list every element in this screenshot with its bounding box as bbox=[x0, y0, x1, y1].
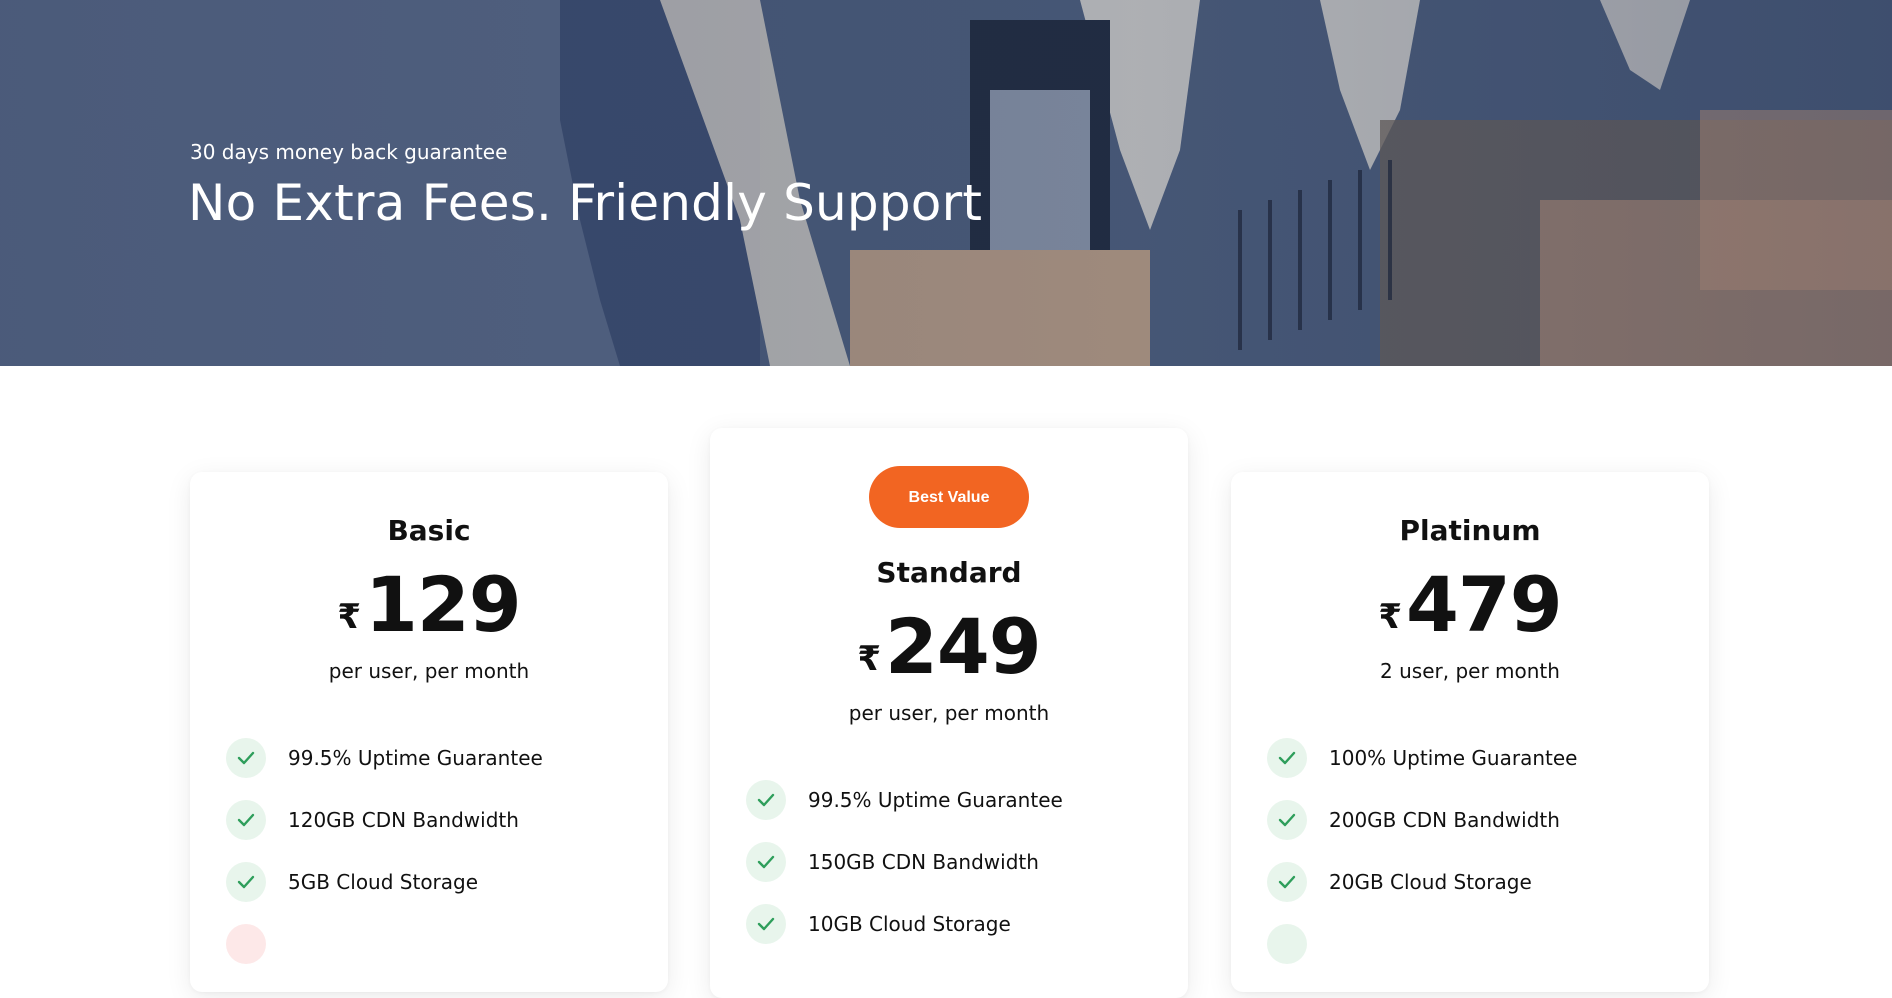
price-amount: 129 bbox=[365, 560, 522, 649]
pricing-card-standard: Best Value Standard ₹ 249 per user, per … bbox=[710, 428, 1188, 998]
feature-item: 99.5% Uptime Guarantee bbox=[746, 769, 1188, 831]
check-icon bbox=[226, 862, 266, 902]
feature-label: 120GB CDN Bandwidth bbox=[288, 808, 519, 832]
check-icon bbox=[1267, 924, 1307, 964]
price-period: 2 user, per month bbox=[1380, 659, 1560, 683]
cross-icon bbox=[226, 924, 266, 964]
feature-item bbox=[1267, 913, 1709, 975]
price: ₹ 249 bbox=[710, 607, 1188, 685]
feature-list: 100% Uptime Guarantee 200GB CDN Bandwidt… bbox=[1231, 727, 1709, 975]
hero-banner: 30 days money back guarantee No Extra Fe… bbox=[0, 0, 1892, 366]
price-amount: 249 bbox=[885, 602, 1042, 691]
feature-item: 20GB Cloud Storage bbox=[1267, 851, 1709, 913]
feature-label: 20GB Cloud Storage bbox=[1329, 870, 1532, 894]
check-icon bbox=[746, 904, 786, 944]
feature-item: 99.5% Uptime Guarantee bbox=[226, 727, 668, 789]
check-icon bbox=[1267, 862, 1307, 902]
feature-label: 100% Uptime Guarantee bbox=[1329, 746, 1578, 770]
feature-label: 99.5% Uptime Guarantee bbox=[288, 746, 543, 770]
feature-list: 99.5% Uptime Guarantee 120GB CDN Bandwid… bbox=[190, 727, 668, 975]
price-period: per user, per month bbox=[328, 659, 530, 683]
check-icon bbox=[746, 842, 786, 882]
price: ₹ 479 bbox=[1231, 565, 1709, 643]
currency-symbol: ₹ bbox=[857, 639, 881, 679]
feature-item: 100% Uptime Guarantee bbox=[1267, 727, 1709, 789]
feature-list: 99.5% Uptime Guarantee 150GB CDN Bandwid… bbox=[710, 769, 1188, 955]
feature-item bbox=[226, 913, 668, 975]
plan-name: Standard bbox=[876, 556, 1022, 589]
feature-label: 99.5% Uptime Guarantee bbox=[808, 788, 1063, 812]
feature-item: 120GB CDN Bandwidth bbox=[226, 789, 668, 851]
pricing-card-basic: Basic ₹ 129 per user, per month 99.5% Up… bbox=[190, 472, 668, 992]
check-icon bbox=[1267, 738, 1307, 778]
feature-label: 150GB CDN Bandwidth bbox=[808, 850, 1039, 874]
price-amount: 479 bbox=[1406, 560, 1563, 649]
check-icon bbox=[746, 780, 786, 820]
feature-label: 200GB CDN Bandwidth bbox=[1329, 808, 1560, 832]
feature-item: 150GB CDN Bandwidth bbox=[746, 831, 1188, 893]
plan-name: Basic bbox=[387, 514, 471, 547]
plan-name: Platinum bbox=[1399, 514, 1541, 547]
feature-label: 10GB Cloud Storage bbox=[808, 912, 1011, 936]
feature-item: 5GB Cloud Storage bbox=[226, 851, 668, 913]
check-icon bbox=[226, 800, 266, 840]
price-period: per user, per month bbox=[848, 701, 1050, 725]
check-icon bbox=[1267, 800, 1307, 840]
currency-symbol: ₹ bbox=[337, 597, 361, 637]
check-icon bbox=[226, 738, 266, 778]
hero-eyebrow: 30 days money back guarantee bbox=[190, 140, 508, 164]
pricing-card-platinum: Platinum ₹ 479 2 user, per month 100% Up… bbox=[1231, 472, 1709, 992]
feature-item: 10GB Cloud Storage bbox=[746, 893, 1188, 955]
best-value-badge: Best Value bbox=[869, 466, 1029, 528]
hero-title: No Extra Fees. Friendly Support bbox=[188, 174, 983, 232]
price: ₹ 129 bbox=[190, 565, 668, 643]
feature-item: 200GB CDN Bandwidth bbox=[1267, 789, 1709, 851]
feature-label: 5GB Cloud Storage bbox=[288, 870, 479, 894]
currency-symbol: ₹ bbox=[1378, 597, 1402, 637]
